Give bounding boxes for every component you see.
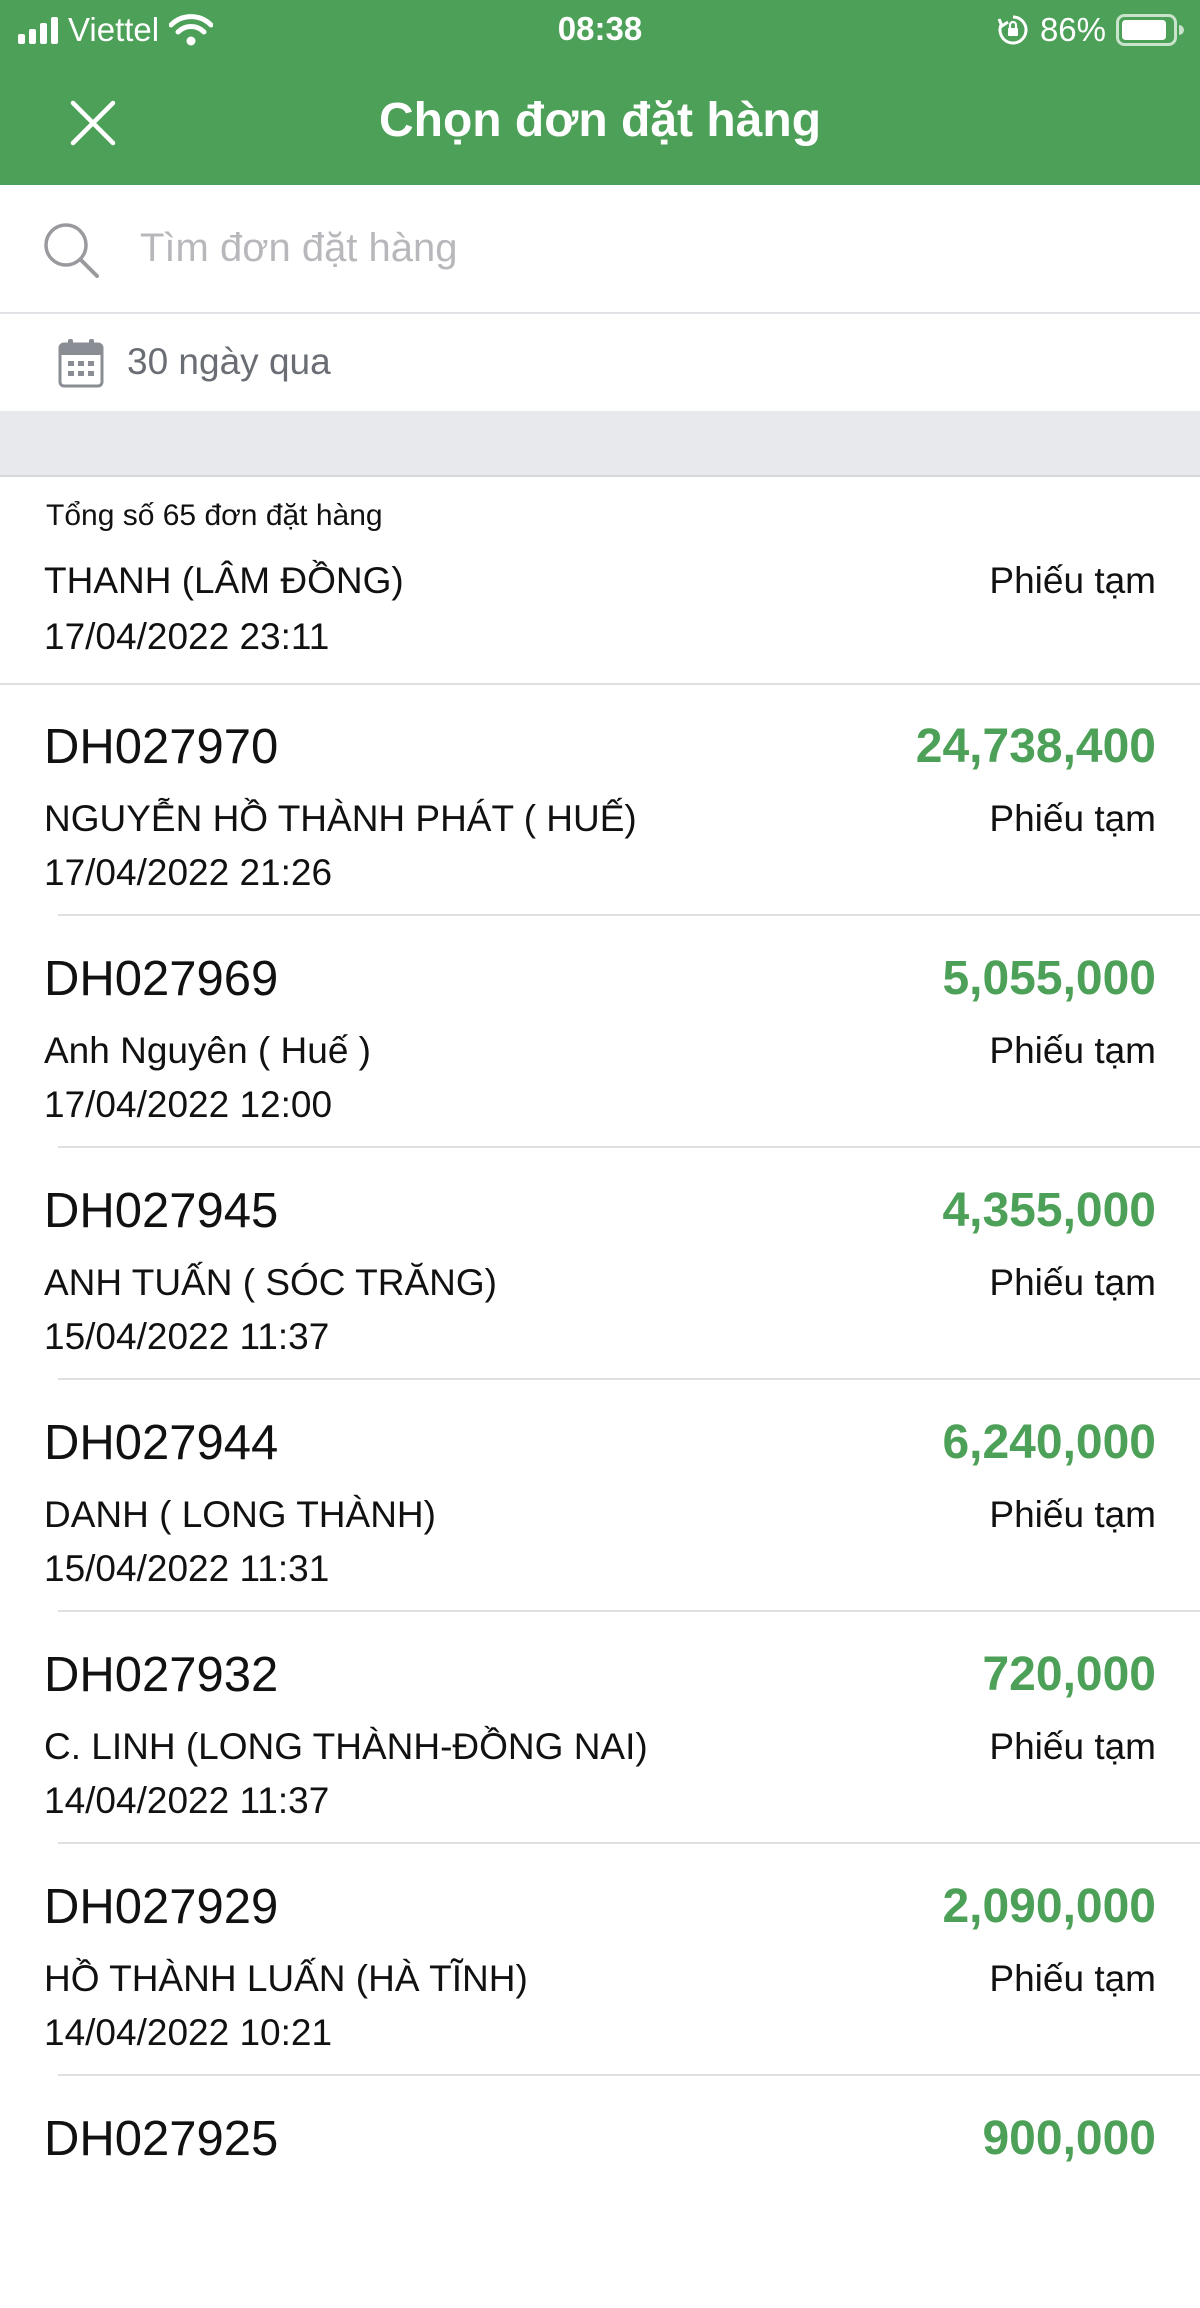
order-amount: 24,738,400 bbox=[915, 720, 1156, 773]
app-header: Viettel 08:38 86% Chọn đơn đặt hàng bbox=[0, 0, 1200, 185]
order-status: Phiếu tạm bbox=[989, 1958, 1156, 1999]
order-status: Phiếu tạm bbox=[989, 1030, 1156, 1071]
customer-name: C. LINH (LONG THÀNH-ĐỒNG NAI) bbox=[44, 1726, 648, 1767]
order-count-summary: Tổng số 65 đơn đặt hàng bbox=[46, 499, 383, 532]
battery-icon bbox=[1116, 14, 1184, 46]
order-row[interactable]: DH027945 4,355,000 ANH TUẤN ( SÓC TRĂNG)… bbox=[0, 1149, 1200, 1380]
order-code: DH027932 bbox=[44, 1648, 279, 1702]
row-divider bbox=[58, 1842, 1200, 1844]
order-code: DH027944 bbox=[44, 1416, 279, 1470]
order-amount: 900,000 bbox=[982, 2112, 1156, 2165]
row-divider bbox=[58, 914, 1200, 916]
order-row[interactable]: DH027932 720,000 C. LINH (LONG THÀNH-ĐỒN… bbox=[0, 1613, 1200, 1844]
row-divider bbox=[58, 1378, 1200, 1380]
order-row[interactable]: DH027929 2,090,000 HỒ THÀNH LUẤN (HÀ TĨN… bbox=[0, 1845, 1200, 2076]
customer-name: THANH (LÂM ĐỒNG) bbox=[44, 560, 404, 601]
order-datetime: 14/04/2022 11:37 bbox=[44, 1780, 330, 1821]
order-row[interactable]: DH027925 900,000 bbox=[0, 2077, 1200, 2308]
order-row[interactable]: DH027970 24,738,400 NGUYỄN HỒ THÀNH PHÁT… bbox=[0, 685, 1200, 916]
row-divider bbox=[58, 2074, 1200, 2076]
calendar-icon bbox=[58, 339, 104, 388]
order-code: DH027970 bbox=[44, 720, 279, 774]
customer-name: Anh Nguyên ( Huế ) bbox=[44, 1030, 372, 1071]
order-status: Phiếu tạm bbox=[989, 798, 1156, 839]
date-filter[interactable]: 30 ngày qua bbox=[0, 314, 1200, 411]
order-datetime: 14/04/2022 10:21 bbox=[44, 2012, 333, 2053]
status-bar: Viettel 08:38 86% bbox=[0, 0, 1200, 60]
customer-name: NGUYỄN HỒ THÀNH PHÁT ( HUẾ) bbox=[44, 798, 637, 839]
order-amount: 2,090,000 bbox=[942, 1880, 1156, 1933]
list-item[interactable]: Tổng số 65 đơn đặt hàng THANH (LÂM ĐỒNG)… bbox=[0, 477, 1200, 685]
order-row[interactable]: DH027944 6,240,000 DANH ( LONG THÀNH) Ph… bbox=[0, 1381, 1200, 1612]
order-code: DH027969 bbox=[44, 952, 279, 1006]
order-datetime: 15/04/2022 11:31 bbox=[44, 1548, 330, 1589]
order-datetime: 17/04/2022 23:11 bbox=[44, 616, 330, 657]
order-status: Phiếu tạm bbox=[989, 560, 1156, 601]
order-datetime: 15/04/2022 11:37 bbox=[44, 1316, 330, 1357]
nav-bar: Chọn đơn đặt hàng bbox=[0, 60, 1200, 185]
customer-name: HỒ THÀNH LUẤN (HÀ TĨNH) bbox=[44, 1958, 528, 1999]
status-bar-right: 86% bbox=[996, 10, 1184, 50]
row-divider bbox=[58, 1610, 1200, 1612]
customer-name: DANH ( LONG THÀNH) bbox=[44, 1494, 436, 1535]
page-title: Chọn đơn đặt hàng bbox=[378, 94, 822, 147]
row-divider bbox=[58, 1146, 1200, 1148]
rotation-lock-icon bbox=[997, 15, 1028, 45]
order-amount: 720,000 bbox=[982, 1648, 1156, 1701]
order-status: Phiếu tạm bbox=[989, 1262, 1156, 1303]
order-status: Phiếu tạm bbox=[989, 1726, 1156, 1767]
search-bar bbox=[0, 185, 1200, 314]
order-code: DH027929 bbox=[44, 1880, 279, 1934]
order-amount: 5,055,000 bbox=[942, 952, 1156, 1005]
order-datetime: 17/04/2022 12:00 bbox=[44, 1084, 333, 1125]
order-status: Phiếu tạm bbox=[989, 1494, 1156, 1535]
order-amount: 4,355,000 bbox=[942, 1184, 1156, 1237]
section-separator bbox=[0, 411, 1200, 477]
order-code: DH027945 bbox=[44, 1184, 279, 1238]
order-code: DH027925 bbox=[44, 2112, 279, 2166]
date-range-label: 30 ngày qua bbox=[127, 341, 331, 382]
customer-name: ANH TUẤN ( SÓC TRĂNG) bbox=[44, 1262, 497, 1303]
order-datetime: 17/04/2022 21:26 bbox=[44, 852, 333, 893]
order-amount: 6,240,000 bbox=[942, 1416, 1156, 1469]
order-row[interactable]: DH027969 5,055,000 Anh Nguyên ( Huế ) Ph… bbox=[0, 917, 1200, 1148]
search-input[interactable] bbox=[140, 215, 1140, 281]
battery-percent: 86% bbox=[1039, 11, 1106, 48]
search-icon bbox=[44, 223, 99, 278]
